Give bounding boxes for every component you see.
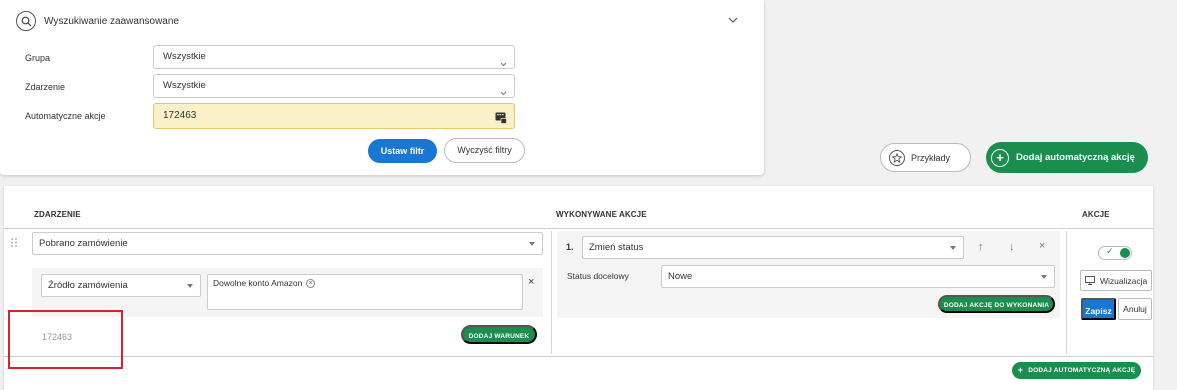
add-automatic-action-bottom-button[interactable]: + DODAJ AUTOMATYCZNĄ AKCJĘ (1012, 362, 1141, 379)
preview-label: Wizualizacja (1100, 275, 1148, 286)
caret-down-icon (529, 242, 535, 246)
chevron-down-icon (500, 83, 507, 105)
chevron-down-icon (500, 54, 507, 76)
advanced-search-title: Wyszukiwanie zaawansowane (44, 15, 179, 27)
column-divider (551, 231, 552, 354)
examples-label: Przykłady (911, 152, 951, 163)
group-select-value: Wszystkie (163, 51, 206, 62)
remove-condition-icon[interactable]: × (528, 276, 534, 288)
advanced-search-panel: Wyszukiwanie zaawansowane Grupa Wszystki… (0, 0, 764, 175)
search-icon (16, 11, 36, 31)
remove-tag-icon[interactable]: × (306, 278, 316, 288)
event-dropdown[interactable]: Pobrano zamówienie (32, 232, 543, 255)
drag-handle-icon[interactable] (11, 238, 17, 250)
action-type-value: Zmień status (589, 242, 644, 253)
advanced-search-header[interactable]: Wyszukiwanie zaawansowane (16, 11, 179, 31)
event-label: Zdarzenie (25, 82, 66, 92)
condition-field-dropdown[interactable]: Źródło zamówienia (41, 274, 201, 297)
cancel-button[interactable]: Anuluj (1118, 298, 1152, 320)
group-label: Grupa (25, 53, 51, 63)
column-header-event: ZDARZENIE (34, 210, 81, 219)
action-type-dropdown[interactable]: Zmień status (582, 236, 964, 259)
arrow-up-icon[interactable]: ↑ (978, 241, 984, 253)
plus-icon: + (1017, 365, 1024, 375)
keyboard-icon[interactable] (495, 110, 507, 134)
plus-circle-icon: + (991, 148, 1009, 167)
condition-tag-label: Dowolne konto Amazon (213, 278, 303, 288)
condition-tag[interactable]: Dowolne konto Amazon × (213, 278, 316, 288)
event-dropdown-value: Pobrano zamówienie (39, 238, 128, 249)
check-icon: ✓ (1106, 246, 1114, 256)
add-automatic-action-button[interactable]: + Dodaj automatyczną akcję (986, 142, 1148, 173)
close-icon[interactable]: × (1039, 240, 1045, 252)
add-condition-button[interactable]: DODAJ WARUNEK (461, 325, 537, 344)
row-divider (4, 356, 1153, 357)
column-header-actions: WYKONYWANE AKCJE (556, 210, 647, 219)
examples-button[interactable]: Przykłady (880, 143, 971, 172)
apply-filter-button[interactable]: Ustaw filtr (368, 139, 437, 163)
column-header-akcje: AKCJE (1082, 210, 1110, 219)
auto-actions-input[interactable]: 172463 (153, 103, 515, 129)
chevron-down-icon[interactable] (728, 16, 738, 27)
target-status-value: Nowe (668, 271, 693, 282)
column-divider (1066, 231, 1067, 354)
highlight-annotation-box (8, 310, 123, 369)
caret-down-icon (950, 246, 956, 250)
condition-field-value: Źródło zamówienia (48, 280, 128, 291)
group-select[interactable]: Wszystkie (153, 45, 515, 69)
add-automatic-action-bottom-label: DODAJ AUTOMATYCZNĄ AKCJĘ (1028, 367, 1136, 374)
target-status-label: Status docelowy (567, 271, 629, 281)
auto-actions-label: Automatyczne akcje (25, 111, 106, 121)
arrow-down-icon[interactable]: ↓ (1009, 241, 1015, 253)
auto-actions-input-value: 172463 (163, 110, 197, 121)
star-icon (889, 149, 905, 166)
target-status-dropdown[interactable]: Nowe (661, 265, 1055, 288)
event-select[interactable]: Wszystkie (153, 74, 515, 98)
condition-values-input[interactable]: Dowolne konto Amazon × (207, 274, 523, 310)
monitor-icon (1085, 276, 1095, 285)
header-divider (4, 228, 1153, 229)
add-action-button[interactable]: DODAJ AKCJĘ DO WYKONANIA (938, 295, 1055, 313)
automatic-actions-table: ZDARZENIE WYKONYWANE AKCJE AKCJE Pobrano… (4, 186, 1153, 390)
action-number: 1. (566, 242, 574, 252)
add-automatic-action-label: Dodaj automatyczną akcję (1016, 152, 1135, 163)
caret-down-icon (187, 284, 193, 288)
active-toggle[interactable]: ✓ (1098, 246, 1132, 260)
save-button[interactable]: Zapisz (1081, 298, 1116, 320)
event-select-value: Wszystkie (163, 80, 206, 91)
toggle-knob (1120, 248, 1130, 258)
clear-filters-button[interactable]: Wyczyść filtry (444, 138, 525, 163)
caret-down-icon (1041, 275, 1047, 279)
preview-button[interactable]: Wizualizacja (1080, 270, 1152, 291)
